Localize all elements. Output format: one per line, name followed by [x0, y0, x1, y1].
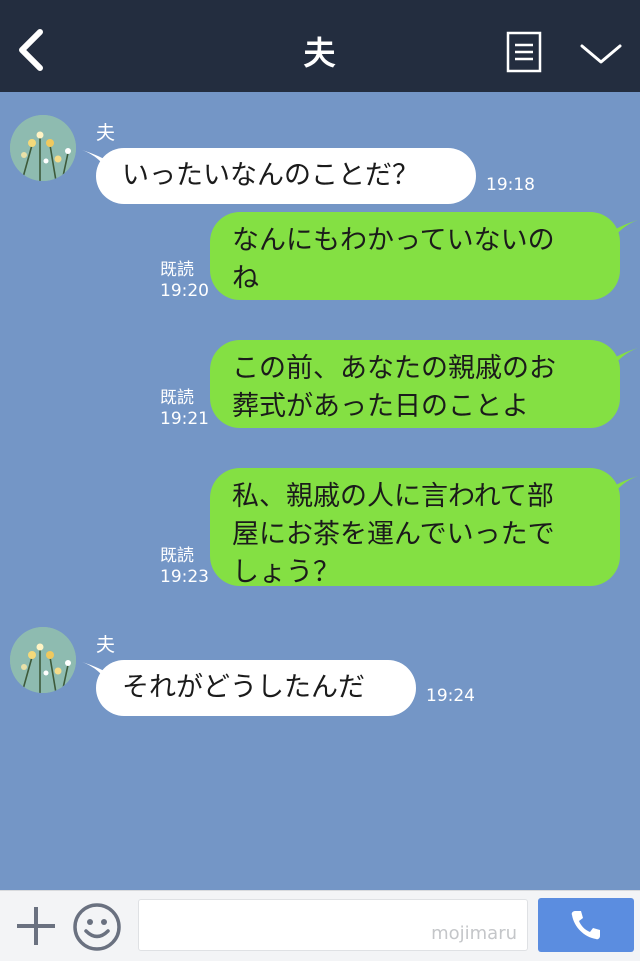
- timestamp: 19:23: [160, 567, 209, 587]
- read-label: 既読: [160, 388, 194, 408]
- bubble-tail: [608, 220, 638, 246]
- incoming-message[interactable]: いったいなんのことだ？: [96, 148, 476, 204]
- outgoing-message[interactable]: なんにもわかっていないの ね: [210, 212, 620, 300]
- incoming-message[interactable]: それがどうしたんだ: [96, 660, 416, 716]
- chat-title: 夫: [303, 34, 337, 72]
- avatar[interactable]: [10, 115, 76, 181]
- outgoing-message[interactable]: 私、親戚の人に言われて部 屋にお茶を運んでいったで しょう？: [210, 468, 620, 588]
- sender-name: 夫: [96, 634, 116, 656]
- flower-avatar-icon: [10, 115, 76, 181]
- message-line: この前、あなたの親戚のお: [232, 353, 556, 384]
- input-bar: mojimaru: [0, 890, 640, 961]
- avatar[interactable]: [10, 627, 76, 693]
- message-line: なんにもわかっていないの: [232, 225, 555, 256]
- read-status: 既読 19:23: [160, 546, 209, 588]
- chat-area[interactable]: 夫 いったいなんのことだ？ 19:18 既読 19:20 なんにもわかっていない…: [0, 92, 640, 890]
- timestamp: 19:21: [160, 409, 209, 429]
- message-input[interactable]: mojimaru: [138, 899, 528, 951]
- timestamp: 19:20: [160, 281, 209, 301]
- sender-name: 夫: [96, 122, 116, 144]
- message-line: しょう？: [232, 557, 340, 588]
- phone-icon: [571, 911, 600, 940]
- flower-avatar-icon: [10, 627, 76, 693]
- bubble-tail: [608, 348, 638, 374]
- chevron-down-icon[interactable]: [578, 38, 624, 68]
- plus-icon[interactable]: [14, 904, 58, 948]
- read-label: 既読: [160, 546, 194, 566]
- read-status: 既読 19:20: [160, 260, 209, 302]
- message-text: それがどうしたんだ: [122, 672, 365, 703]
- message-line: 屋にお茶を運んでいったで: [232, 519, 555, 550]
- message-line: 葬式があった日のことよ: [232, 391, 529, 422]
- message-line: 私、親戚の人に言われて部: [232, 481, 554, 512]
- read-status: 既読 19:21: [160, 388, 209, 430]
- message-line: ね: [232, 263, 259, 294]
- timestamp: 19:18: [486, 175, 535, 195]
- watermark: mojimaru: [431, 923, 517, 944]
- smile-icon[interactable]: [72, 902, 122, 952]
- call-button[interactable]: [538, 898, 634, 952]
- bubble-tail: [608, 476, 638, 502]
- outgoing-message[interactable]: この前、あなたの親戚のお 葬式があった日のことよ: [210, 340, 620, 428]
- read-label: 既読: [160, 260, 194, 280]
- header: 夫: [0, 0, 640, 92]
- timestamp: 19:24: [426, 686, 475, 706]
- message-text: いったいなんのことだ？: [122, 160, 419, 191]
- menu-icon[interactable]: [506, 31, 542, 73]
